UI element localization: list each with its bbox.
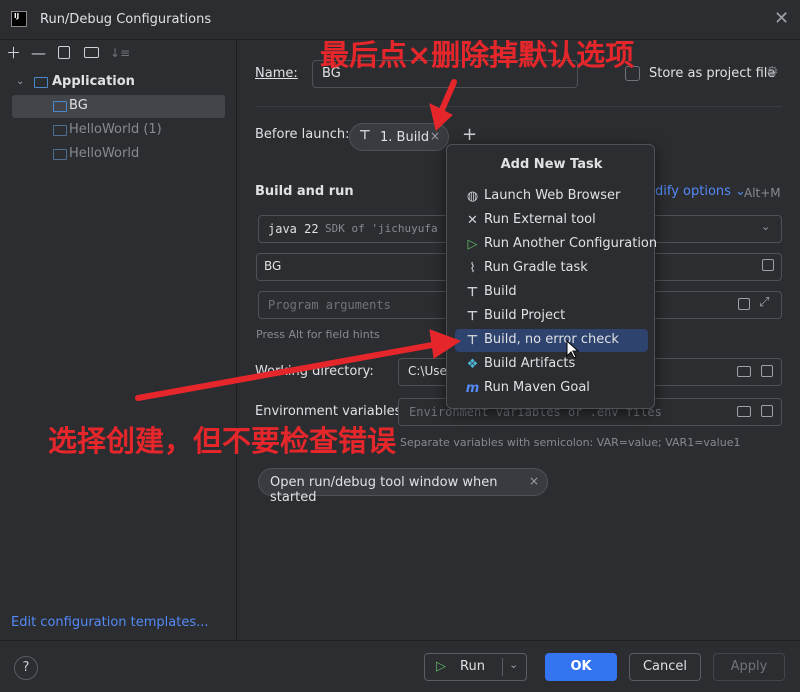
- ok-button[interactable]: OK: [545, 653, 617, 681]
- run-button-group: ▷ Run ⌄: [424, 653, 527, 681]
- annotation-arrow-bottom: [135, 341, 441, 401]
- help-label: ?: [22, 660, 30, 675]
- run-dropdown-icon[interactable]: ⌄: [509, 652, 518, 678]
- cancel-button[interactable]: Cancel: [629, 653, 701, 681]
- play-icon: ▷: [436, 659, 446, 674]
- apply-button[interactable]: Apply: [713, 653, 785, 681]
- annotation-arrow-top: [438, 79, 457, 115]
- run-button-label: Run: [460, 659, 485, 674]
- button-divider: [502, 658, 503, 676]
- help-button[interactable]: ?: [14, 656, 38, 680]
- annotation-arrows: [135, 79, 462, 401]
- run-button[interactable]: ▷ Run: [425, 654, 503, 680]
- annotation-arrowhead-bottom: [429, 329, 462, 359]
